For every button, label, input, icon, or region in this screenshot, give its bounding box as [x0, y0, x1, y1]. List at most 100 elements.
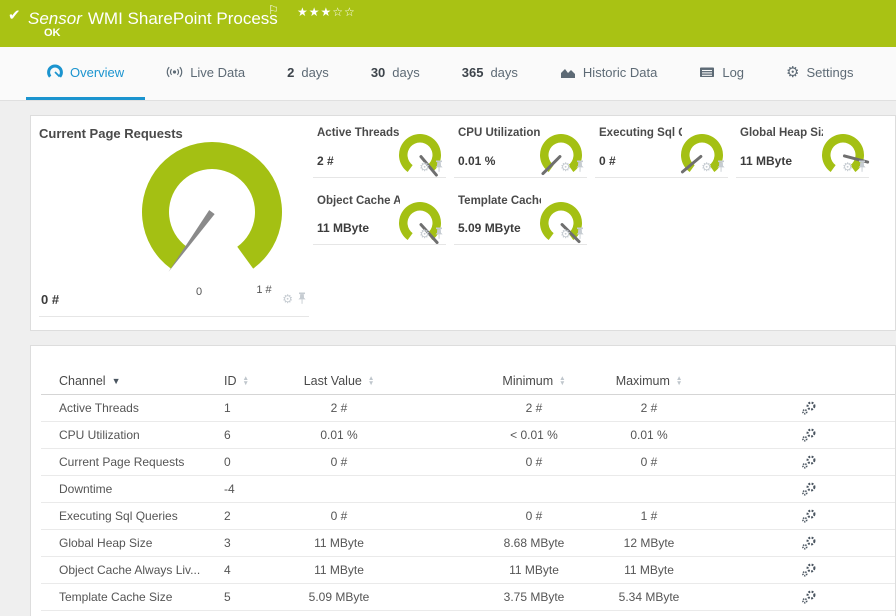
channel-id: -4 — [224, 482, 235, 496]
log-list-icon — [700, 67, 715, 77]
channel-settings-gears-icon[interactable] — [801, 427, 817, 443]
channel-name: Downtime — [59, 482, 113, 496]
mini-gauge-value: 2 # — [317, 154, 334, 168]
channel-id: 2 — [224, 509, 231, 523]
gear-icon[interactable]: ⚙ — [560, 161, 571, 173]
table-row[interactable]: Global Heap Size 3 11 MByte 8.68 MByte 1… — [41, 530, 895, 557]
gauge-scale-max: 1 # — [256, 284, 272, 296]
table-row[interactable]: Executing Sql Queries 2 0 # 0 # 1 # — [41, 503, 895, 530]
gear-icon[interactable]: ⚙ — [842, 161, 853, 173]
table-row[interactable]: CPU Utilization 6 0.01 % < 0.01 % 0.01 % — [41, 422, 895, 449]
gauge-dial — [132, 132, 292, 292]
channel-settings-gears-icon[interactable] — [801, 562, 817, 578]
flag-icon[interactable]: ⚐ — [268, 3, 279, 17]
tab-overview[interactable]: Overview — [26, 47, 146, 100]
mini-gauge-grid: Active Threads 2 # ⚙ CPU Utilization 0.0… — [313, 121, 870, 245]
channel-settings-gears-icon[interactable] — [801, 481, 817, 497]
mini-gauge-cell-object-cache: Object Cache Always L... 11 MByte ⚙ — [313, 189, 446, 245]
tab-2-days[interactable]: 2 days — [266, 47, 350, 100]
big-gauge-current-page-requests: Current Page Requests 0 1 # 0 # ⚙ — [31, 116, 311, 332]
table-row[interactable]: Template Cache Size 5 5.09 MByte 3.75 MB… — [41, 584, 895, 611]
channel-settings-gears-icon[interactable] — [801, 535, 817, 551]
sensor-header: ✔ Sensor WMI SharePoint Process ⚐ ★★★☆☆ O… — [0, 0, 896, 47]
channel-settings-gears-icon[interactable] — [801, 589, 817, 605]
sort-icon: ▲ ▼ — [367, 375, 375, 387]
mini-gauge-cell-active-threads: Active Threads 2 # ⚙ — [313, 121, 446, 178]
sensor-type-label: Sensor — [28, 9, 82, 28]
pin-icon[interactable] — [297, 292, 307, 305]
gear-icon[interactable]: ⚙ — [419, 161, 430, 173]
table-header-row: Channel ▼ ID ▲ ▼ Last Value ▲ ▼ Minimum ▲ ▼… — [41, 368, 895, 395]
tab-historic-data[interactable]: Historic Data — [539, 47, 678, 100]
channel-name: Executing Sql Queries — [59, 509, 178, 523]
channel-settings-gears-icon[interactable] — [801, 400, 817, 416]
tab-settings[interactable]: ⚙ Settings — [765, 47, 874, 100]
last-value: 11 MByte — [314, 563, 364, 577]
tab-365-days[interactable]: 365 days — [441, 47, 539, 100]
channel-settings-gears-icon[interactable] — [801, 508, 817, 524]
pin-icon[interactable] — [716, 160, 726, 173]
sort-icon: ▲ ▼ — [559, 375, 566, 387]
pin-icon[interactable] — [434, 227, 444, 240]
mini-gauge-title: Object Cache Always L... — [317, 195, 400, 207]
tab-bar: Overview Live Data 2 days 30 days 365 da… — [0, 47, 896, 101]
tab-live-data[interactable]: Live Data — [145, 47, 266, 100]
column-header-maximum[interactable]: Maximum ▲ ▼ — [594, 374, 704, 388]
mini-gauge-value: 11 MByte — [740, 154, 793, 168]
column-header-last-value[interactable]: Last Value ▲ ▼ — [269, 374, 409, 388]
page-title: Sensor WMI SharePoint Process — [28, 9, 278, 29]
tab-label: Log — [722, 64, 745, 80]
channel-table-panel: Channel ▼ ID ▲ ▼ Last Value ▲ ▼ Minimum ▲ ▼… — [30, 345, 896, 616]
maximum-value: 12 MByte — [623, 536, 675, 550]
area-chart-icon — [560, 69, 575, 78]
gauge-value: 0 # — [41, 292, 60, 307]
priority-stars[interactable]: ★★★☆☆ — [297, 5, 356, 19]
channel-name: CPU Utilization — [59, 428, 140, 442]
maximum-value: 11 MByte — [624, 563, 674, 577]
maximum-value: 1 # — [640, 509, 658, 523]
sort-icon: ▲ ▼ — [675, 375, 683, 387]
gear-icon[interactable]: ⚙ — [560, 228, 571, 240]
channel-id: 1 — [224, 401, 231, 415]
column-header-minimum[interactable]: Minimum ▲ ▼ — [479, 374, 589, 388]
mini-gauge-title: Global Heap Size — [740, 127, 823, 139]
channel-settings-gears-icon[interactable] — [801, 454, 817, 470]
column-header-id[interactable]: ID ▲ ▼ — [224, 374, 269, 388]
gear-icon[interactable]: ⚙ — [701, 161, 712, 173]
channel-id: 0 — [224, 455, 231, 469]
minimum-value: 2 # — [525, 401, 543, 415]
tab-log[interactable]: Log — [678, 47, 765, 100]
status-badge: OK — [44, 27, 61, 39]
mini-gauge-value: 11 MByte — [317, 221, 370, 235]
divider — [39, 316, 309, 317]
mini-gauge-title: Active Threads — [317, 127, 400, 139]
pin-icon[interactable] — [575, 160, 585, 173]
channel-id: 6 — [224, 428, 231, 442]
maximum-value: 5.34 MByte — [618, 590, 680, 604]
channel-name: Object Cache Always Liv... — [59, 563, 201, 577]
table-row[interactable]: Object Cache Always Liv... 4 11 MByte 11… — [41, 557, 895, 584]
gear-icon[interactable]: ⚙ — [282, 293, 293, 305]
pin-icon[interactable] — [575, 227, 585, 240]
pin-icon[interactable] — [434, 160, 444, 173]
channel-table: Channel ▼ ID ▲ ▼ Last Value ▲ ▼ Minimum ▲ ▼… — [41, 368, 895, 611]
maximum-value: 0 # — [640, 455, 658, 469]
mini-gauge-cell-global-heap-size: Global Heap Size 11 MByte ⚙ — [736, 121, 870, 178]
tab-30-days[interactable]: 30 days — [350, 47, 441, 100]
last-value: 0.01 % — [320, 428, 358, 442]
sensor-name: WMI SharePoint Process — [87, 9, 278, 28]
mini-gauge-title: Template Cache Size — [458, 195, 541, 207]
table-row[interactable]: Active Threads 1 2 # 2 # 2 # — [41, 395, 895, 422]
table-row[interactable]: Downtime -4 — [41, 476, 895, 503]
mini-gauge-title: Executing Sql Queries — [599, 127, 682, 139]
mini-gauge-value: 0.01 % — [458, 154, 496, 168]
status-ok-check-icon: ✔ — [8, 7, 21, 24]
mini-gauge-value: 5.09 MByte — [458, 221, 521, 235]
minimum-value: 8.68 MByte — [503, 536, 565, 550]
table-row[interactable]: Current Page Requests 0 0 # 0 # 0 # — [41, 449, 895, 476]
channel-id: 3 — [224, 536, 231, 550]
pin-icon[interactable] — [857, 160, 867, 173]
last-value: 5.09 MByte — [308, 590, 370, 604]
gear-icon[interactable]: ⚙ — [419, 228, 430, 240]
column-header-channel[interactable]: Channel ▼ — [59, 374, 224, 388]
